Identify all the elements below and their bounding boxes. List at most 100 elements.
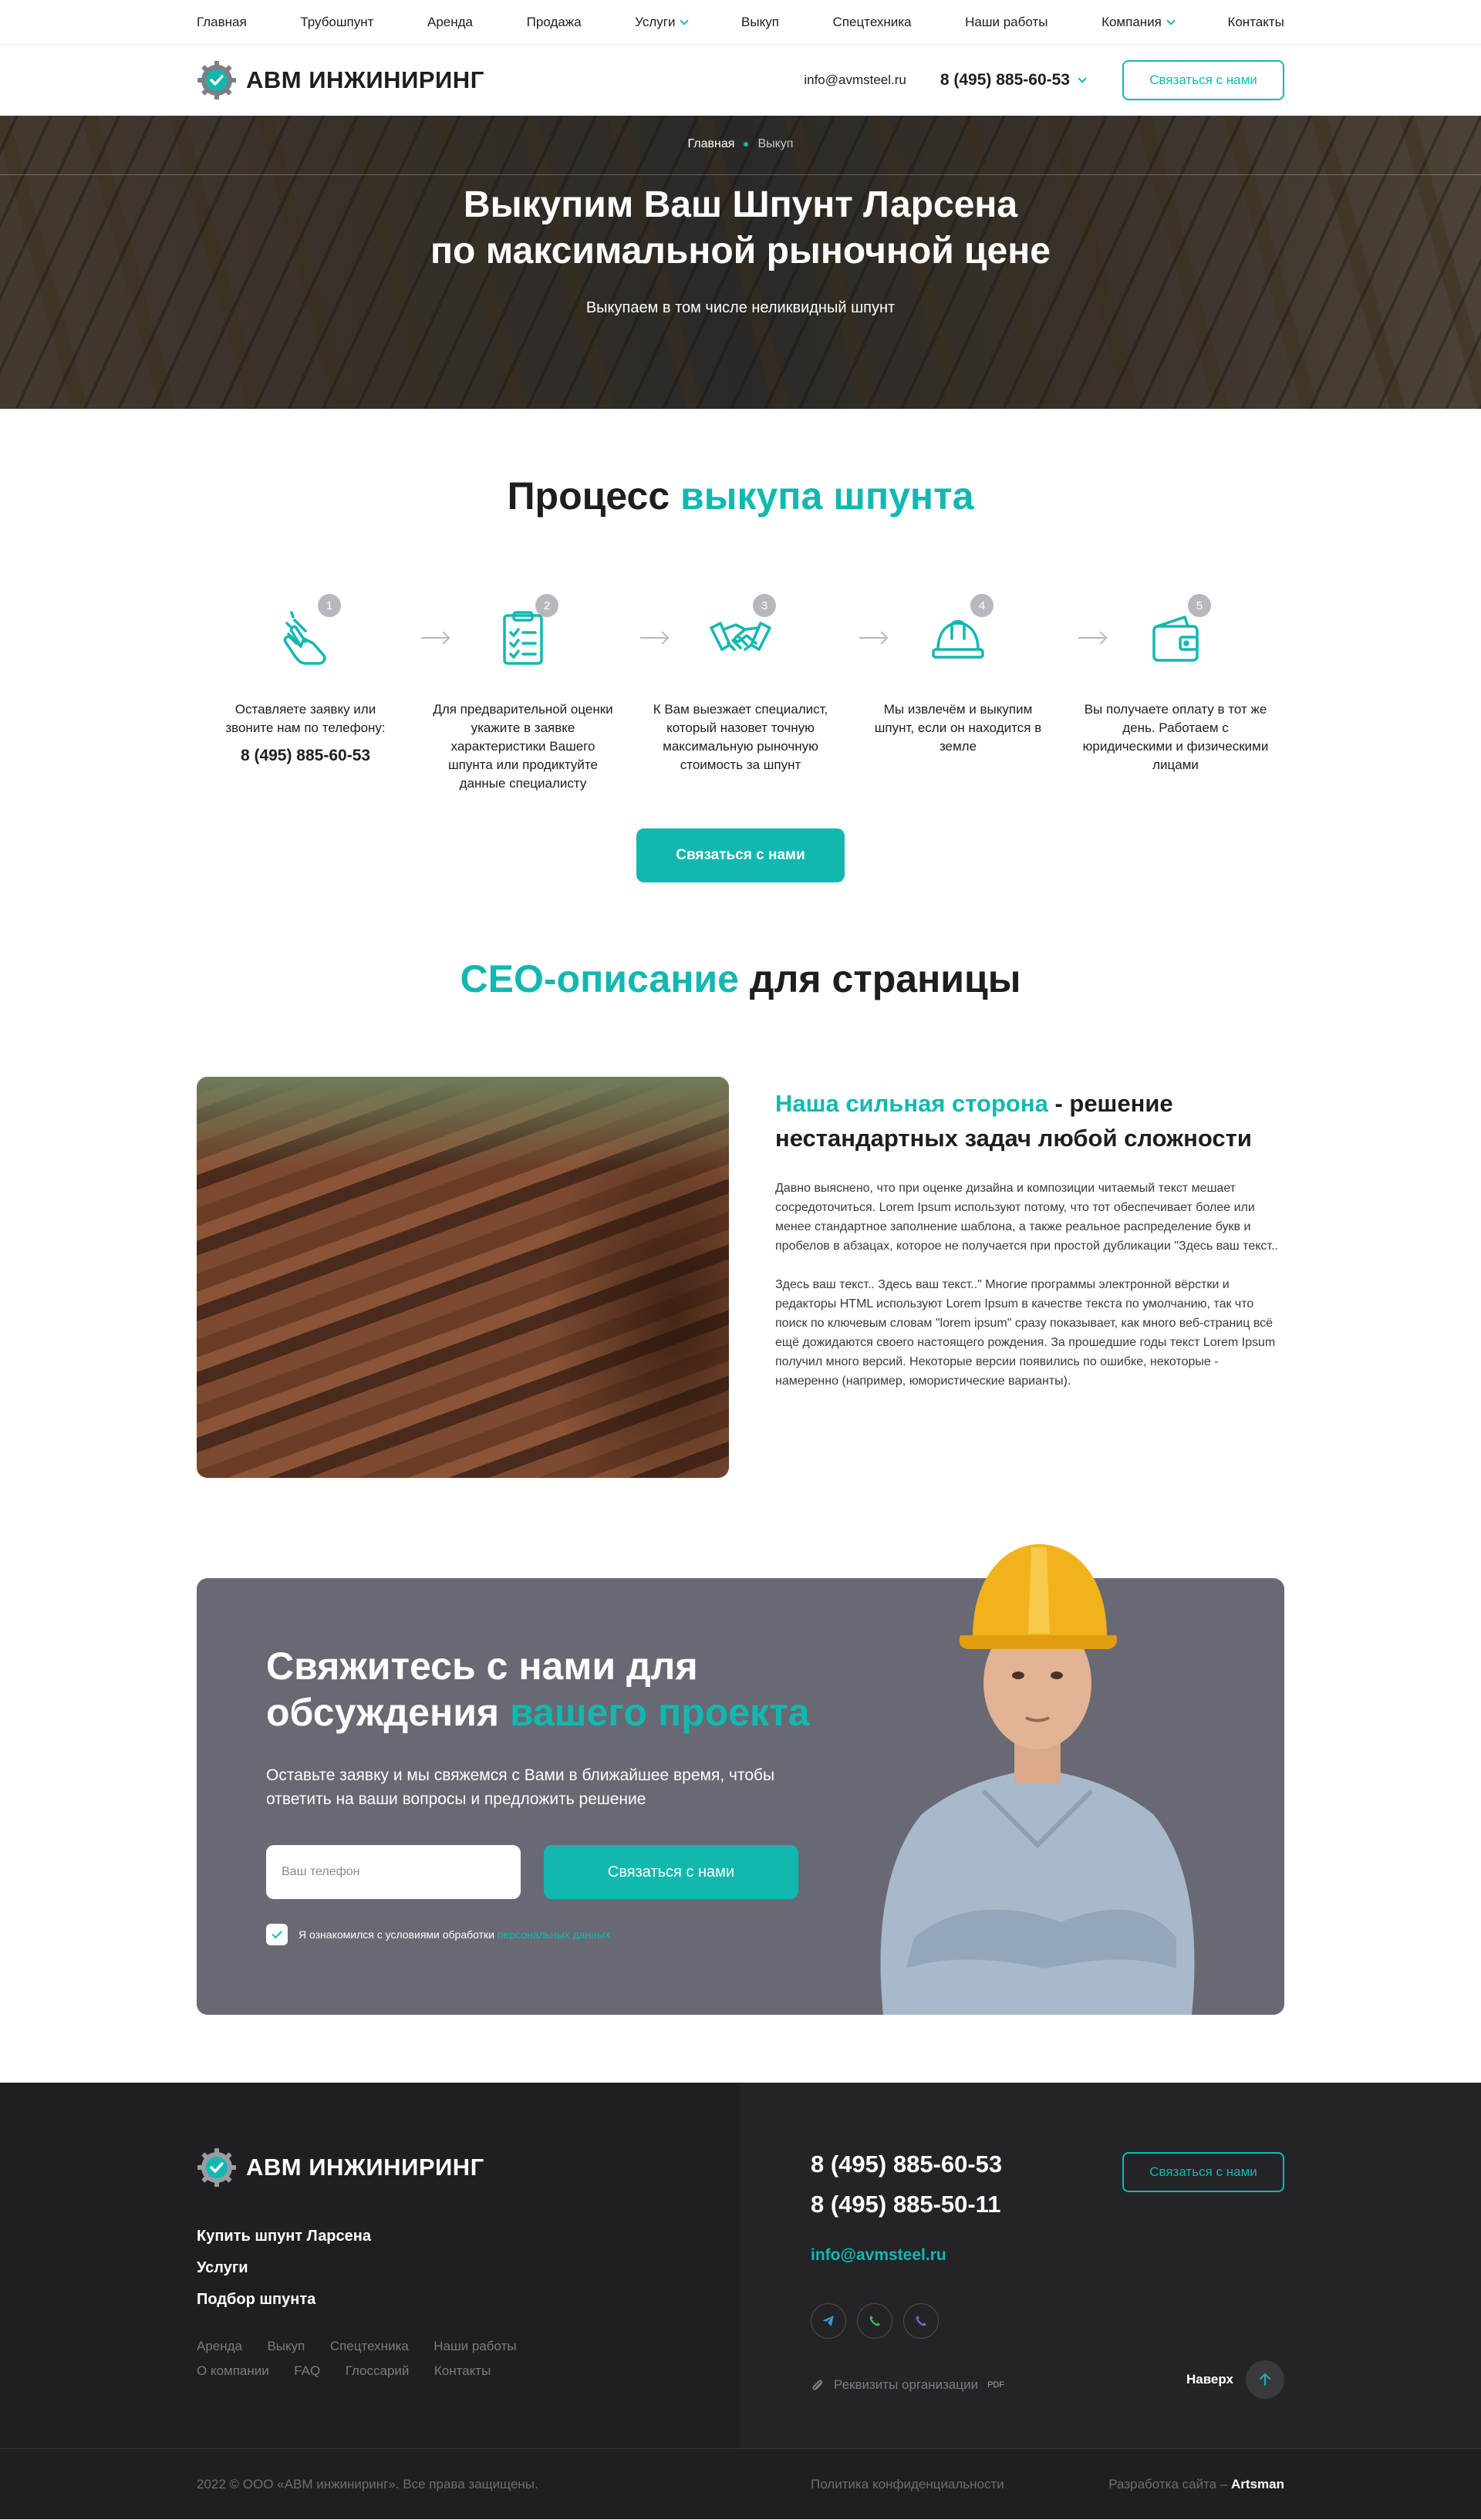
footer-link-works[interactable]: Наши работы xyxy=(434,2339,516,2354)
nav-our-works[interactable]: Наши работы xyxy=(965,15,1047,30)
seo-title-a: СЕО-описание xyxy=(460,957,739,1000)
copyright: 2022 © ООО «АВМ инжиниринг». Все права з… xyxy=(197,2477,538,2491)
social-links xyxy=(811,2303,939,2339)
seo-paragraph-2: Здесь ваш текст.. Здесь ваш текст.." Мно… xyxy=(775,1278,1276,1388)
hero-banner: Главная Выкуп Выкупим Ваш Шпунт Ларсена … xyxy=(0,116,1481,409)
pdf-badge: PDF xyxy=(987,2380,1005,2390)
nav-contacts[interactable]: Контакты xyxy=(1227,15,1284,30)
requisites-link[interactable]: Реквизиты организации PDF xyxy=(811,2377,1004,2393)
footer-contact-button[interactable]: Связаться с нами xyxy=(1122,2152,1284,2192)
nav-home[interactable]: Главная xyxy=(197,15,247,30)
logo[interactable]: АВМ ИНЖИНИРИНГ xyxy=(197,60,484,100)
footer-phone-1[interactable]: 8 (495) 885-60-53 xyxy=(811,2151,1002,2178)
contact-title-line1: Свяжитесь с нами для xyxy=(266,1645,698,1688)
chevron-down-icon xyxy=(680,15,690,25)
consent-row: Я ознакомился с условиями обработки перс… xyxy=(266,1924,610,1945)
paperclip-icon xyxy=(812,2380,822,2390)
worker-photo xyxy=(880,1544,1195,2015)
nav-services[interactable]: Услуги xyxy=(635,15,690,30)
process-title: Процесс выкупа шпунта xyxy=(197,474,1284,518)
footer-link-buyback[interactable]: Выкуп xyxy=(267,2339,305,2354)
gear-logo-icon xyxy=(197,2148,236,2187)
footer-phone-2[interactable]: 8 (495) 885-50-11 xyxy=(811,2191,1000,2218)
handshake-icon xyxy=(710,622,771,651)
step-text: Вы получаете оплату в тот же день. Работ… xyxy=(1082,702,1269,772)
seo-heading: Наша сильная сторона - решение нестандар… xyxy=(775,1086,1284,1155)
developer-credit[interactable]: Разработка сайта – Artsman xyxy=(1108,2477,1284,2492)
consent-checkbox[interactable] xyxy=(266,1924,288,1945)
footer-brand-name: АВМ ИНЖИНИРИНГ xyxy=(246,2154,484,2181)
header-contact-button[interactable]: Связаться с нами xyxy=(1122,60,1284,100)
step-number-badge: 2 xyxy=(535,594,558,617)
whatsapp-icon[interactable] xyxy=(857,2303,892,2339)
step-text: Для предварительной оценки укажите в зая… xyxy=(433,702,613,791)
hard-hat-icon xyxy=(932,619,984,659)
nav-sale[interactable]: Продажа xyxy=(527,15,582,30)
nav-company-label: Компания xyxy=(1101,15,1162,29)
requisites-label: Реквизиты организации xyxy=(834,2377,979,2392)
contact-lead: Оставьте заявку и мы свяжемся с Вами в б… xyxy=(266,1766,775,1808)
contact-title: Свяжитесь с нами для обсуждения вашего п… xyxy=(266,1643,809,1736)
sheet-piles-photo xyxy=(197,1077,729,1478)
header-phone-dropdown[interactable]: 8 (495) 885-60-53 xyxy=(940,71,1087,89)
privacy-policy-link[interactable]: Политика конфиденциальности xyxy=(811,2477,1004,2492)
step-number-badge: 5 xyxy=(1188,594,1211,617)
footer-main-links: Купить шпунт Ларсена Услуги Подбор шпунт… xyxy=(197,2228,371,2323)
brand-name: АВМ ИНЖИНИРИНГ xyxy=(246,66,484,93)
consent-text: Я ознакомился с условиями обработки xyxy=(299,1928,498,1941)
chevron-down-icon xyxy=(1078,73,1087,83)
footer-link-contacts[interactable]: Контакты xyxy=(434,2363,491,2379)
top-navigation: Главная Трубошпунт Аренда Продажа Услуги… xyxy=(0,0,1481,45)
step-text: Мы извлечём и выкупим шпунт, если он нах… xyxy=(874,702,1042,754)
contact-submit-button[interactable]: Связаться с нами xyxy=(544,1845,798,1899)
back-to-top-button[interactable]: Наверх xyxy=(1186,2360,1284,2399)
consent-link[interactable]: персональных данных xyxy=(498,1928,610,1941)
header-email[interactable]: info@avmsteel.ru xyxy=(804,73,906,88)
arrow-up-icon xyxy=(1246,2360,1284,2399)
footer-link-glossary[interactable]: Глоссарий xyxy=(346,2363,410,2379)
nav-buyback[interactable]: Выкуп xyxy=(741,15,779,30)
footer-link-rent[interactable]: Аренда xyxy=(197,2339,242,2354)
process-section: Процесс выкупа шпунта 1 Оставляете заявк… xyxy=(0,409,1481,882)
footer-link-machinery[interactable]: Спецтехника xyxy=(330,2339,409,2354)
step-number-badge: 4 xyxy=(970,594,994,617)
footer-link-selection[interactable]: Подбор шпунта xyxy=(197,2291,371,2309)
nav-company[interactable]: Компания xyxy=(1101,15,1176,30)
footer-secondary-links: Аренда Выкуп Спецтехника Наши работы О к… xyxy=(197,2339,629,2388)
seo-title: СЕО-описание для страницы xyxy=(197,956,1284,1001)
contact-card: Свяжитесь с нами для обсуждения вашего п… xyxy=(197,1544,1284,2015)
page-title: Выкупим Ваш Шпунт Ларсена по максимально… xyxy=(197,182,1284,275)
process-contact-button[interactable]: Связаться с нами xyxy=(636,828,845,882)
developer-name: Artsman xyxy=(1231,2477,1284,2491)
hand-tap-icon xyxy=(283,611,326,665)
step-text: Оставляете заявку или звоните нам по тел… xyxy=(225,702,386,735)
phone-input[interactable] xyxy=(266,1845,521,1899)
page-title-line1: Выкупим Ваш Шпунт Ларсена xyxy=(463,184,1018,225)
process-title-a: Процесс xyxy=(507,474,681,518)
page-title-line2: по максимальной рыночной цене xyxy=(430,231,1051,272)
telegram-icon[interactable] xyxy=(811,2303,846,2339)
process-step-5: 5 Вы получаете оплату в тот же день. Раб… xyxy=(1081,594,1270,793)
process-step-2: 2 Для предварительной оценки укажите в з… xyxy=(428,594,618,793)
footer-link-services[interactable]: Услуги xyxy=(197,2259,371,2277)
site-footer: АВМ ИНЖИНИРИНГ Купить шпунт Ларсена Услу… xyxy=(0,2083,1481,2519)
footer-email[interactable]: info@avmsteel.ru xyxy=(811,2246,946,2265)
developer-label: Разработка сайта – xyxy=(1108,2477,1232,2491)
viber-icon[interactable] xyxy=(903,2303,939,2339)
footer-link-faq[interactable]: FAQ xyxy=(294,2363,320,2379)
footer-logo[interactable]: АВМ ИНЖИНИРИНГ xyxy=(197,2147,484,2188)
nav-rent[interactable]: Аренда xyxy=(427,15,473,30)
footer-link-about[interactable]: О компании xyxy=(197,2363,269,2379)
nav-services-label: Услуги xyxy=(635,15,676,29)
wallet-icon xyxy=(1152,616,1199,662)
process-step-4: 4 Мы извлечём и выкупим шпунт, если он н… xyxy=(863,594,1053,793)
process-title-b: выкупа шпунта xyxy=(680,474,974,518)
step-phone-link[interactable]: 8 (495) 885-60-53 xyxy=(211,747,400,765)
step-text: К Вам выезжает специалист, который назов… xyxy=(653,702,828,772)
process-step-3: 3 К Вам выезжает специалист, который наз… xyxy=(646,594,835,793)
site-header: АВМ ИНЖИНИРИНГ info@avmsteel.ru 8 (495) … xyxy=(0,45,1481,116)
footer-link-buy[interactable]: Купить шпунт Ларсена xyxy=(197,2228,371,2245)
seo-section: СЕО-описание для страницы Наша сильная с… xyxy=(0,882,1481,1478)
nav-pipe-sheet[interactable]: Трубошпунт xyxy=(300,15,373,30)
nav-machinery[interactable]: Спецтехника xyxy=(833,15,912,30)
